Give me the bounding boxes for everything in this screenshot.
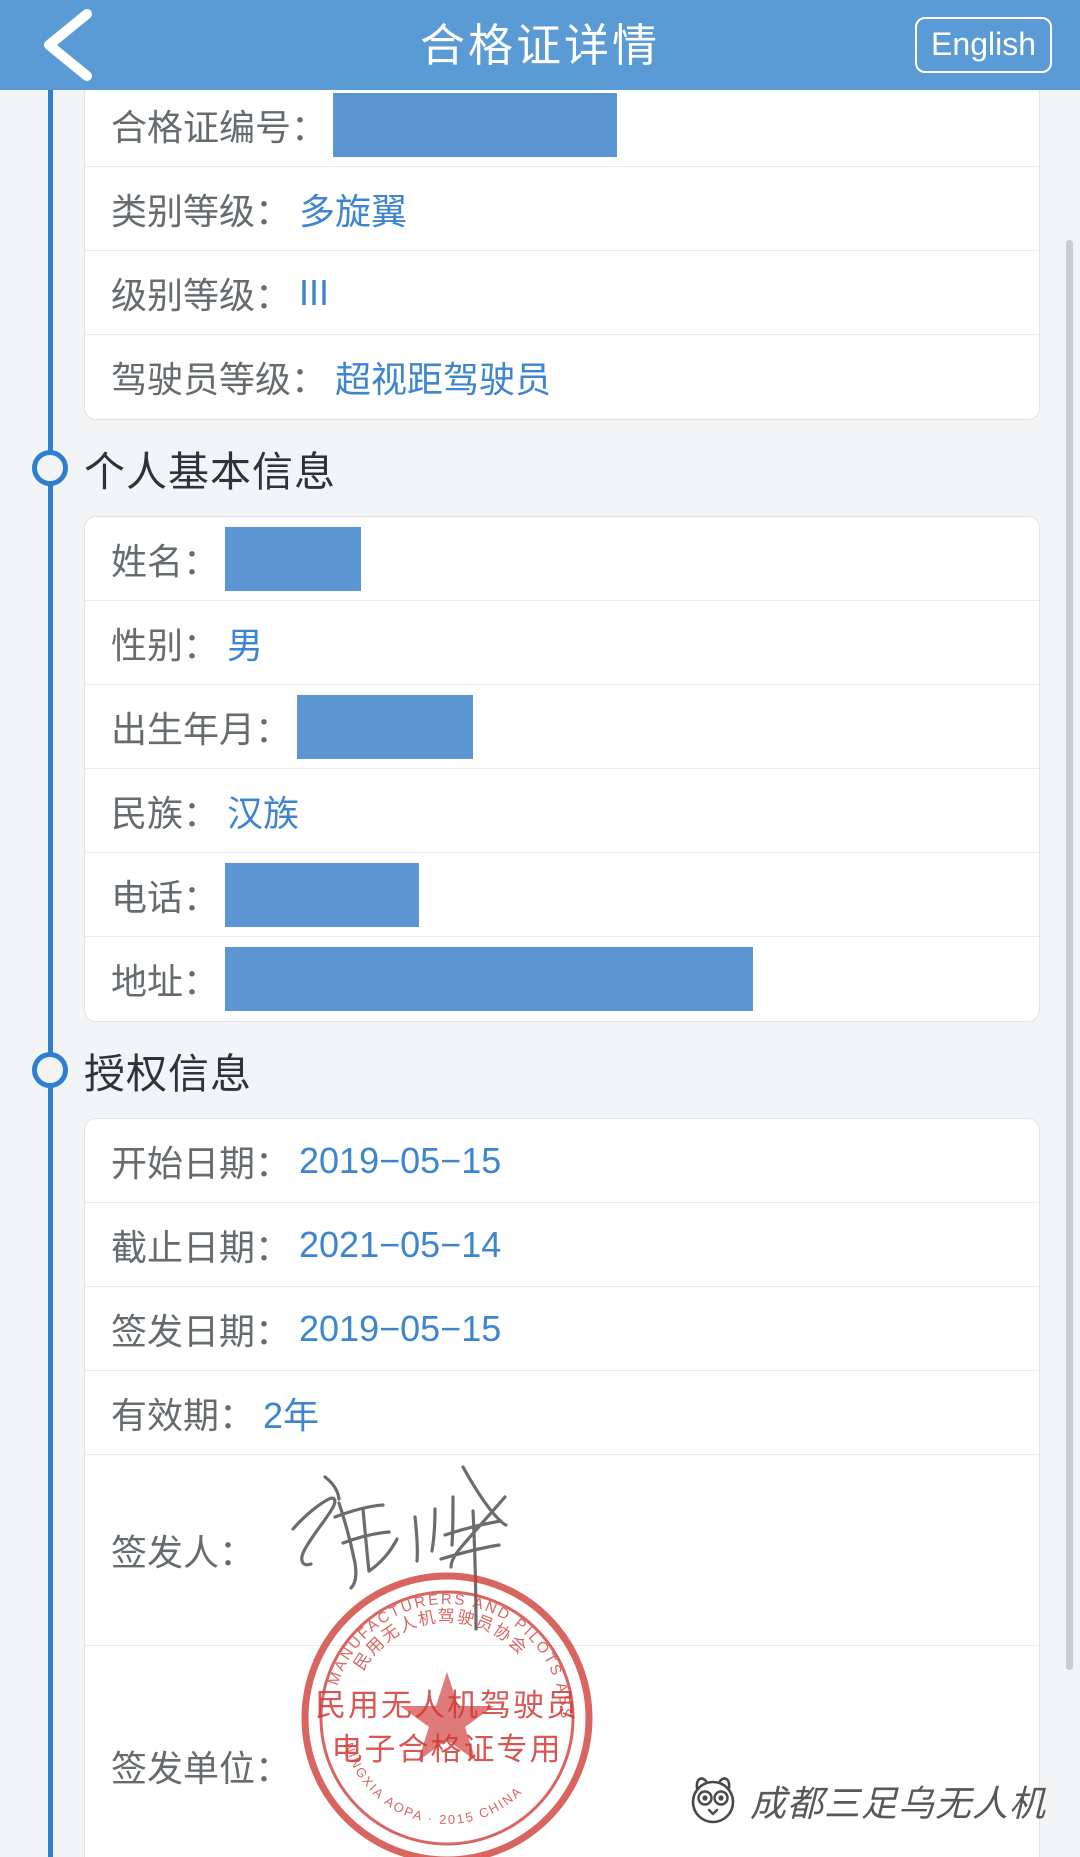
vertical-scrollbar[interactable] xyxy=(1066,240,1073,1670)
row-value: III xyxy=(299,271,330,313)
redacted-value xyxy=(225,526,362,591)
table-row: 出生年月： xyxy=(85,685,1039,769)
certificate-info-card: 合格证编号： 类别等级： 多旋翼 级别等级： III 驾驶员等级： 超视距驾驶员 xyxy=(84,90,1040,420)
table-row: 姓名： xyxy=(85,517,1039,601)
table-row: 驾驶员等级： 超视距驾驶员 xyxy=(85,335,1039,419)
content-column: 合格证编号： 类别等级： 多旋翼 级别等级： III 驾驶员等级： 超视距驾驶员 xyxy=(0,90,1080,1857)
row-value: 多旋翼 xyxy=(299,190,408,232)
row-label: 姓名： xyxy=(111,540,220,582)
table-row: 地址： xyxy=(85,937,1039,1021)
svg-text:电子合格证专用: 电子合格证专用 xyxy=(332,1732,563,1767)
table-row: 截止日期： 2021−05−14 xyxy=(85,1203,1039,1287)
section-header-authorization: 授权信息 xyxy=(32,1022,1040,1118)
row-label: 截止日期： xyxy=(111,1226,292,1268)
timeline-node-icon xyxy=(32,1052,68,1088)
personal-info-card: 姓名： 性别： 男 出生年月： 民族： 汉族 电话： 地址： xyxy=(84,516,1040,1022)
redacted-value xyxy=(225,862,420,927)
back-button[interactable] xyxy=(34,8,104,82)
row-label: 签发人： xyxy=(111,1532,256,1573)
row-label: 驾驶员等级： xyxy=(111,359,328,400)
chevron-left-icon xyxy=(39,8,99,82)
table-row: 民族： 汉族 xyxy=(85,769,1039,853)
content-scroll-area[interactable]: 合格证编号： 类别等级： 多旋翼 级别等级： III 驾驶员等级： 超视距驾驶员 xyxy=(0,90,1080,1857)
table-row: 合格证编号： xyxy=(85,90,1039,167)
row-label: 签发日期： xyxy=(111,1310,292,1352)
row-label: 地址： xyxy=(111,961,220,1002)
row-label: 性别： xyxy=(111,624,220,666)
row-label: 合格证编号： xyxy=(111,106,328,148)
table-row: 性别： 男 xyxy=(85,601,1039,685)
table-row: 签发日期： 2019−05−15 xyxy=(85,1287,1039,1371)
table-row: 类别等级： 多旋翼 xyxy=(85,167,1039,251)
row-value: 超视距驾驶员 xyxy=(335,359,552,400)
table-row: 电话： xyxy=(85,853,1039,937)
seal-area: MANUFACTURERS AND PILOTS ASSOCIATION 民用无… xyxy=(290,1555,1013,1857)
table-row: 有效期： 2年 xyxy=(85,1371,1039,1455)
language-toggle-button[interactable]: English xyxy=(915,17,1052,73)
row-label: 开始日期： xyxy=(111,1142,292,1184)
row-value: 2年 xyxy=(263,1394,320,1436)
row-label: 签发单位： xyxy=(111,1748,292,1789)
row-label: 民族： xyxy=(111,792,220,834)
row-value: 2019−05−15 xyxy=(299,1307,502,1349)
section-title: 个人基本信息 xyxy=(84,449,336,495)
redacted-value xyxy=(333,92,618,157)
redacted-value xyxy=(225,947,754,1011)
table-row: 开始日期： 2019−05−15 xyxy=(85,1119,1039,1203)
row-value: 汉族 xyxy=(227,792,300,834)
row-value: 2019−05−15 xyxy=(299,1139,502,1181)
section-title: 授权信息 xyxy=(84,1051,252,1097)
issuing-authority-row: 签发单位： MANUFACTURERS AND PILOTS ASS 民用无人机… xyxy=(85,1555,1039,1857)
certificate-detail-screen: 合格证详情 English 合格证编号： 类别等级： 多旋翼 级别等级： III xyxy=(0,0,1080,1857)
row-label: 有效期： xyxy=(111,1394,256,1436)
section-header-personal: 个人基本信息 xyxy=(32,420,1040,516)
official-red-seal-icon: MANUFACTURERS AND PILOTS ASSOCIATION 民用无… xyxy=(290,1555,597,1857)
svg-text:民用无人机驾驶员: 民用无人机驾驶员 xyxy=(315,1688,579,1723)
row-label: 类别等级： xyxy=(111,190,292,232)
table-row: 级别等级： III xyxy=(85,251,1039,335)
authorization-info-card: 开始日期： 2019−05−15 截止日期： 2021−05−14 签发日期： … xyxy=(84,1118,1040,1857)
row-label: 出生年月： xyxy=(111,708,292,750)
timeline-node-icon xyxy=(32,450,68,486)
app-header: 合格证详情 English xyxy=(0,0,1080,90)
row-label: 电话： xyxy=(111,876,220,918)
page-title: 合格证详情 xyxy=(419,19,660,71)
redacted-value xyxy=(297,694,474,759)
row-value: 男 xyxy=(227,624,264,666)
row-value: 2021−05−14 xyxy=(299,1223,502,1265)
row-label: 级别等级： xyxy=(111,274,292,316)
